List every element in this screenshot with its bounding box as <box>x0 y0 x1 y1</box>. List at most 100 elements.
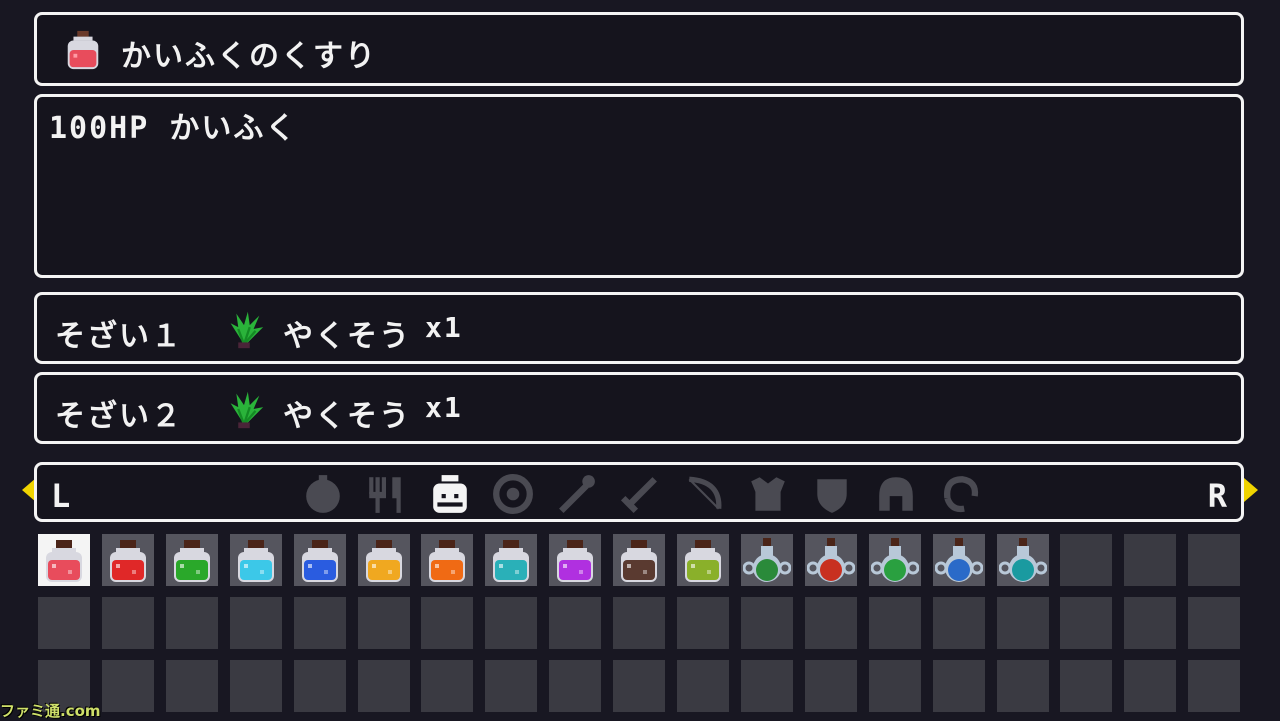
inventory-slot[interactable] <box>997 597 1049 649</box>
inventory-slot[interactable] <box>677 597 729 649</box>
inventory-slot[interactable] <box>1060 660 1112 712</box>
potion-jar-icon <box>238 540 274 582</box>
herb-icon <box>230 391 264 429</box>
material-name: やくそう <box>283 399 411 434</box>
inventory-slot[interactable] <box>102 534 154 586</box>
l-button[interactable]: L <box>51 477 70 515</box>
potion-jar-icon <box>302 540 338 582</box>
inventory-slot[interactable] <box>1188 660 1240 712</box>
inventory-slot[interactable] <box>613 597 665 649</box>
inventory-slot[interactable] <box>1060 597 1112 649</box>
inventory-slot[interactable] <box>166 534 218 586</box>
ring-icon[interactable] <box>492 473 534 515</box>
potion-jar-icon <box>174 540 210 582</box>
tab-right-arrow-icon[interactable] <box>1244 478 1258 502</box>
shield-icon[interactable] <box>811 473 853 515</box>
material-quantity: x1 <box>425 311 463 344</box>
item-name: かいふくのくすり <box>121 39 377 74</box>
inventory-slot[interactable] <box>869 660 921 712</box>
inventory-slot[interactable] <box>294 660 346 712</box>
inventory-slot[interactable] <box>1124 660 1176 712</box>
inventory-slot[interactable] <box>805 660 857 712</box>
potion-jar-icon <box>110 540 146 582</box>
inventory-slot[interactable] <box>677 534 729 586</box>
inventory-slot[interactable] <box>485 597 537 649</box>
inventory-slot[interactable] <box>230 597 282 649</box>
wand-icon[interactable] <box>555 473 597 515</box>
potion-jar-icon <box>429 540 465 582</box>
red-potion-icon <box>67 30 99 70</box>
inventory-slot[interactable] <box>358 534 410 586</box>
inventory-slot[interactable] <box>166 597 218 649</box>
inventory-slot[interactable] <box>741 660 793 712</box>
flask-icon <box>935 538 983 582</box>
inventory-slot[interactable] <box>485 660 537 712</box>
inventory-slot[interactable] <box>997 534 1049 586</box>
inventory-slot[interactable] <box>1188 597 1240 649</box>
watermark: ファミ通.com <box>0 702 101 720</box>
inventory-slot[interactable] <box>549 597 601 649</box>
flask-icon <box>999 538 1047 582</box>
inventory-slot[interactable] <box>933 660 985 712</box>
inventory-slot[interactable] <box>613 534 665 586</box>
inventory-slot[interactable] <box>485 534 537 586</box>
food-icon[interactable] <box>365 473 407 515</box>
inventory-slot[interactable] <box>805 597 857 649</box>
inventory-slot[interactable] <box>933 597 985 649</box>
flask-icon <box>871 538 919 582</box>
inventory-slot[interactable] <box>294 534 346 586</box>
inventory-slot[interactable] <box>549 660 601 712</box>
inventory-slot[interactable] <box>38 534 90 586</box>
material-row-2: そざい２ やくそう x1 <box>34 372 1244 444</box>
r-button[interactable]: R <box>1208 477 1227 515</box>
flask-icon <box>743 538 791 582</box>
material-label: そざい２ <box>55 399 183 434</box>
category-tab-bar: L R <box>34 462 1244 522</box>
inventory-slot[interactable] <box>358 597 410 649</box>
bracelet-icon[interactable] <box>939 473 981 515</box>
inventory-slot[interactable] <box>358 660 410 712</box>
material-label: そざい１ <box>55 319 183 354</box>
inventory-slot[interactable] <box>421 534 473 586</box>
potion-jar-icon <box>621 540 657 582</box>
material-quantity: x1 <box>425 391 463 424</box>
inventory-slot[interactable] <box>869 534 921 586</box>
potion-jar-icon <box>46 540 82 582</box>
item-description-panel: 100HP かいふく <box>34 94 1244 278</box>
item-description: 100HP かいふく <box>49 111 298 146</box>
inventory-slot[interactable] <box>1124 597 1176 649</box>
inventory-slot[interactable] <box>741 597 793 649</box>
inventory-slot[interactable] <box>869 597 921 649</box>
inventory-slot[interactable] <box>166 660 218 712</box>
inventory-slot[interactable] <box>294 597 346 649</box>
inventory-slot[interactable] <box>1188 534 1240 586</box>
inventory-slot[interactable] <box>997 660 1049 712</box>
potion-jar-icon <box>685 540 721 582</box>
inventory-slot[interactable] <box>805 534 857 586</box>
inventory-slot[interactable] <box>549 534 601 586</box>
inventory-slot[interactable] <box>102 660 154 712</box>
inventory-slot[interactable] <box>421 660 473 712</box>
inventory-slot[interactable] <box>1124 534 1176 586</box>
bow-icon[interactable] <box>683 473 725 515</box>
material-row-1: そざい１ やくそう x1 <box>34 292 1244 364</box>
inventory-slot[interactable] <box>38 597 90 649</box>
inventory-slot[interactable] <box>613 660 665 712</box>
helmet-icon[interactable] <box>875 473 917 515</box>
potion-jar-icon <box>366 540 402 582</box>
armor-icon[interactable] <box>747 473 789 515</box>
flask-icon <box>807 538 855 582</box>
inventory-slot[interactable] <box>933 534 985 586</box>
inventory-slot[interactable] <box>1060 534 1112 586</box>
inventory-slot[interactable] <box>741 534 793 586</box>
potion-jar-icon <box>557 540 593 582</box>
inventory-slot[interactable] <box>230 534 282 586</box>
inventory-slot[interactable] <box>421 597 473 649</box>
inventory-slot[interactable] <box>230 660 282 712</box>
bomb-icon[interactable] <box>302 473 344 515</box>
sword-icon[interactable] <box>619 473 661 515</box>
inventory-slot[interactable] <box>677 660 729 712</box>
inventory-slot[interactable] <box>102 597 154 649</box>
potion-jar-icon <box>493 540 529 582</box>
potion-jar-icon[interactable] <box>429 473 471 515</box>
